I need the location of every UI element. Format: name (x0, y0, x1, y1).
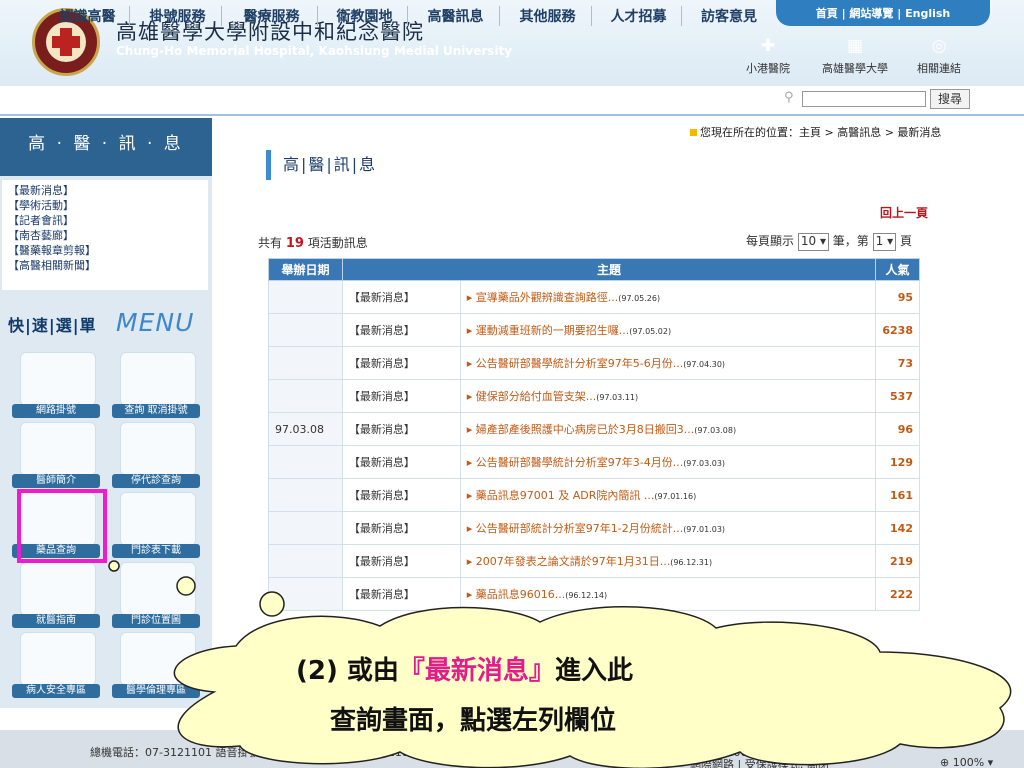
bubble-dot (259, 591, 285, 617)
bubble-dot (176, 576, 196, 596)
thought-bubble (173, 605, 1012, 768)
callout-line-1: (2) 或由『最新消息』進入此 (296, 656, 633, 686)
callout-line-2: 查詢畫面，點選左列欄位 (330, 706, 617, 736)
bubble-dot (108, 560, 120, 572)
